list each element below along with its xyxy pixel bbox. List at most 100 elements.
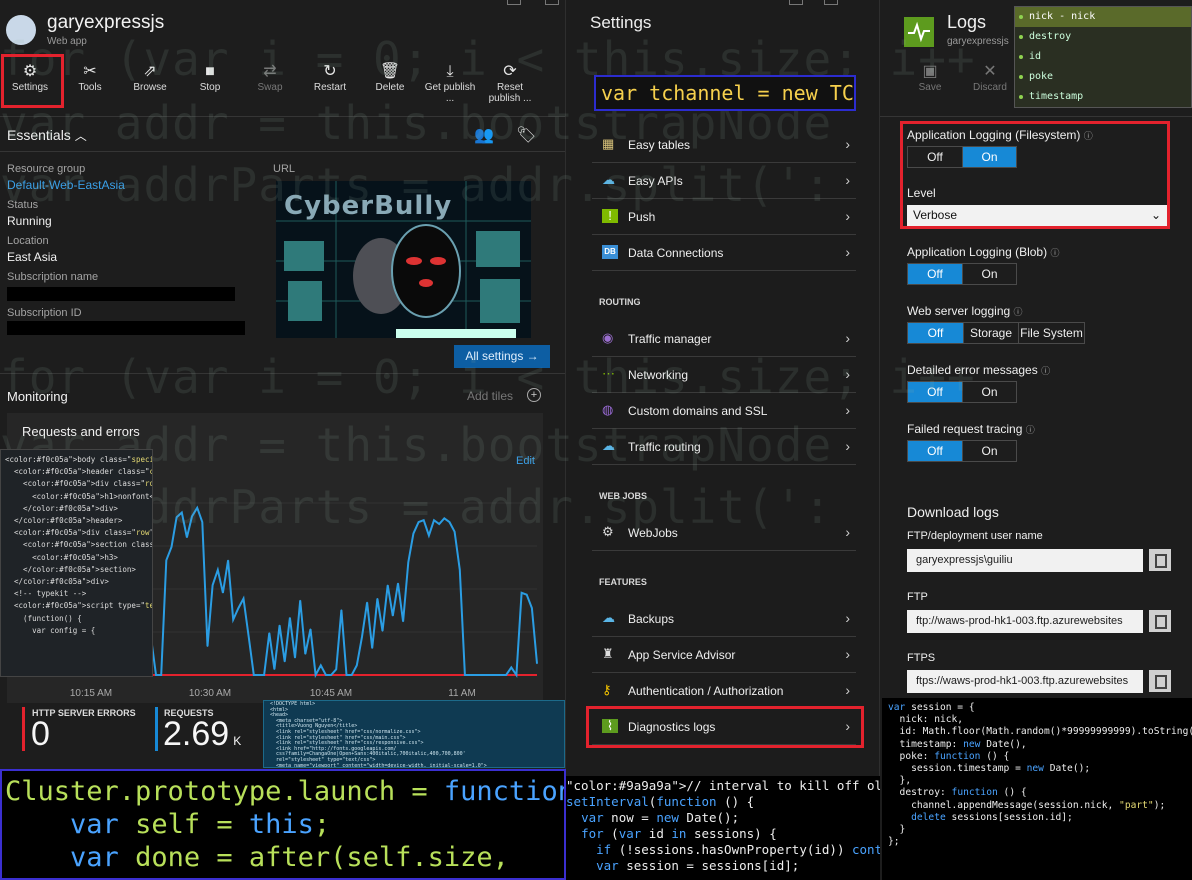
requests-point — [536, 662, 538, 665]
requests-point — [237, 607, 239, 609]
app-logging-blob-toggle[interactable]: Off On — [907, 263, 1017, 285]
requests-point — [212, 584, 214, 586]
storage-option[interactable]: Storage — [963, 323, 1018, 343]
save-button[interactable]: ▣ Save — [902, 62, 958, 93]
logs-icon — [904, 17, 934, 47]
swap-button[interactable]: ⇄ Swap — [242, 62, 298, 93]
logs-title: Logs — [947, 12, 987, 32]
copy-icon[interactable] — [1149, 549, 1171, 571]
tools-button[interactable]: ✂ Tools — [62, 62, 118, 93]
failed-request-label: Failed request tracing ⓘ — [907, 422, 1035, 436]
autocomplete-popup[interactable]: nick - nick destroy id poke timestamp — [1014, 6, 1192, 108]
detailed-errors-toggle[interactable]: Off On — [907, 381, 1017, 403]
url-label: URL — [273, 163, 296, 175]
ftp-field[interactable]: ftp://waws-prod-hk1-003.ftp.azurewebsite… — [907, 610, 1143, 633]
requests-point — [335, 668, 337, 670]
settings-item-push[interactable]: ! Push › — [592, 199, 856, 235]
property-icon — [1019, 95, 1023, 99]
chevron-right-icon: › — [845, 524, 850, 540]
autocomplete-item[interactable]: destroy — [1015, 27, 1191, 47]
minimize-icon[interactable] — [789, 0, 803, 5]
requests-point — [418, 521, 420, 523]
stop-button[interactable]: ■ Stop — [182, 62, 238, 93]
settings-item-custom-domains-and-ssl[interactable]: ◍ Custom domains and SSL › — [592, 393, 856, 429]
restart-button[interactable]: ↻ Restart — [302, 62, 358, 93]
session-code-snippet: var session = { nick: nick, id: Math.flo… — [882, 698, 1192, 880]
delete-button[interactable]: 🗑 Delete — [362, 62, 418, 93]
off-option[interactable]: Off — [908, 441, 962, 461]
reset-publish-button[interactable]: ⟳ Reset publish ... — [482, 62, 538, 104]
settings-item-backups[interactable]: ☁ Backups › — [592, 601, 856, 637]
code-line: destroy: function () { — [888, 787, 1027, 799]
requests-point — [500, 674, 502, 676]
settings-item-traffic-routing[interactable]: ☁ Traffic routing › — [592, 429, 856, 465]
requests-point — [176, 516, 178, 518]
web-server-logging-toggle[interactable]: Off Storage File System — [907, 322, 1085, 344]
download-logs-title: Download logs — [907, 504, 999, 520]
settings-item-webjobs[interactable]: ⚙ WebJobs › — [592, 515, 856, 551]
code-line: session.timestamp = new Date(); — [888, 763, 1091, 775]
settings-item-data-connections[interactable]: DB Data Connections › — [592, 235, 856, 271]
copy-icon[interactable] — [1149, 610, 1171, 632]
autocomplete-item[interactable]: timestamp — [1015, 87, 1191, 107]
add-icon[interactable]: + — [527, 388, 541, 402]
all-settings-button[interactable]: All settings → — [454, 345, 550, 368]
property-icon — [1019, 75, 1023, 79]
settings-item-label: Traffic manager — [628, 332, 712, 346]
requests-point — [464, 674, 466, 676]
property-icon — [1019, 55, 1023, 59]
failed-request-toggle[interactable]: Off On — [907, 440, 1017, 462]
get-publish-button[interactable]: ⤓ Get publish ... — [422, 62, 478, 104]
code-line: }, — [888, 775, 912, 787]
discard-button[interactable]: ✕ Discard — [962, 62, 1018, 93]
settings-item-networking[interactable]: ⋯ Networking › — [592, 357, 856, 393]
autocomplete-item[interactable]: id — [1015, 47, 1191, 67]
webapp-globe-icon — [6, 15, 36, 45]
browse-button[interactable]: ⇗ Browse — [122, 62, 178, 93]
file-system-option[interactable]: File System — [1018, 323, 1084, 343]
code-line: <color:#f0c05a">header class="cutout con… — [5, 467, 152, 477]
requests-point — [320, 664, 322, 666]
requests-point — [510, 666, 512, 668]
requests-point — [345, 674, 348, 676]
ftp-user-label: FTP/deployment user name — [907, 530, 1043, 542]
settings-item-easy-tables[interactable]: ▦ Easy tables › — [592, 127, 856, 163]
code-line: <color:#f0c05a">div class="row"> — [5, 479, 152, 489]
requests-point — [387, 584, 389, 586]
code-line: nick: nick, — [888, 714, 964, 726]
redacted-subscription-name — [7, 287, 235, 301]
copy-icon[interactable] — [1149, 670, 1171, 692]
off-option[interactable]: Off — [908, 264, 962, 284]
minimize-icon[interactable] — [507, 0, 521, 5]
essentials-title[interactable]: Essentials ︿ — [7, 127, 87, 144]
maximize-icon[interactable] — [824, 0, 838, 5]
settings-item-easy-apis[interactable]: ☁ Easy APIs › — [592, 163, 856, 199]
settings-item-authentication-authorization[interactable]: ⚷ Authentication / Authorization › — [592, 673, 856, 709]
settings-item-traffic-manager[interactable]: ◉ Traffic manager › — [592, 321, 856, 357]
ftps-field[interactable]: ftps://waws-prod-hk1-003.ftp.azurewebsit… — [907, 670, 1143, 693]
on-option[interactable]: On — [961, 382, 1016, 402]
key-icon: ⚷ — [602, 682, 612, 697]
maximize-icon[interactable] — [545, 0, 559, 5]
x-tick-label: 10:15 AM — [70, 688, 112, 699]
subscription-name-label: Subscription name — [7, 271, 99, 283]
resource-group-link[interactable]: Default-Web-EastAsia — [7, 178, 125, 192]
cyberbully-image: CyberBully — [276, 181, 531, 338]
add-tiles-link[interactable]: Add tiles — [467, 389, 513, 403]
on-option[interactable]: On — [961, 441, 1016, 461]
diagnostics-highlight — [586, 706, 864, 748]
settings-item-label: Networking — [628, 368, 689, 382]
settings-title: Settings — [590, 13, 652, 32]
users-icon[interactable]: 👥 — [474, 125, 494, 145]
autocomplete-item[interactable]: nick - nick — [1015, 7, 1191, 27]
resource-group-label: Resource group — [7, 163, 86, 175]
requests-point — [459, 569, 461, 571]
tag-icon[interactable]: 🏷 — [516, 125, 536, 145]
off-option[interactable]: Off — [908, 323, 963, 343]
networking-icon: ⋯ — [602, 366, 615, 381]
off-option[interactable]: Off — [908, 382, 962, 402]
on-option[interactable]: On — [961, 264, 1016, 284]
settings-item-app-service-advisor[interactable]: ♜ App Service Advisor › — [592, 637, 856, 673]
autocomplete-item[interactable]: poke — [1015, 67, 1191, 87]
ftp-user-field[interactable]: garyexpressjs\guiliu — [907, 549, 1143, 572]
